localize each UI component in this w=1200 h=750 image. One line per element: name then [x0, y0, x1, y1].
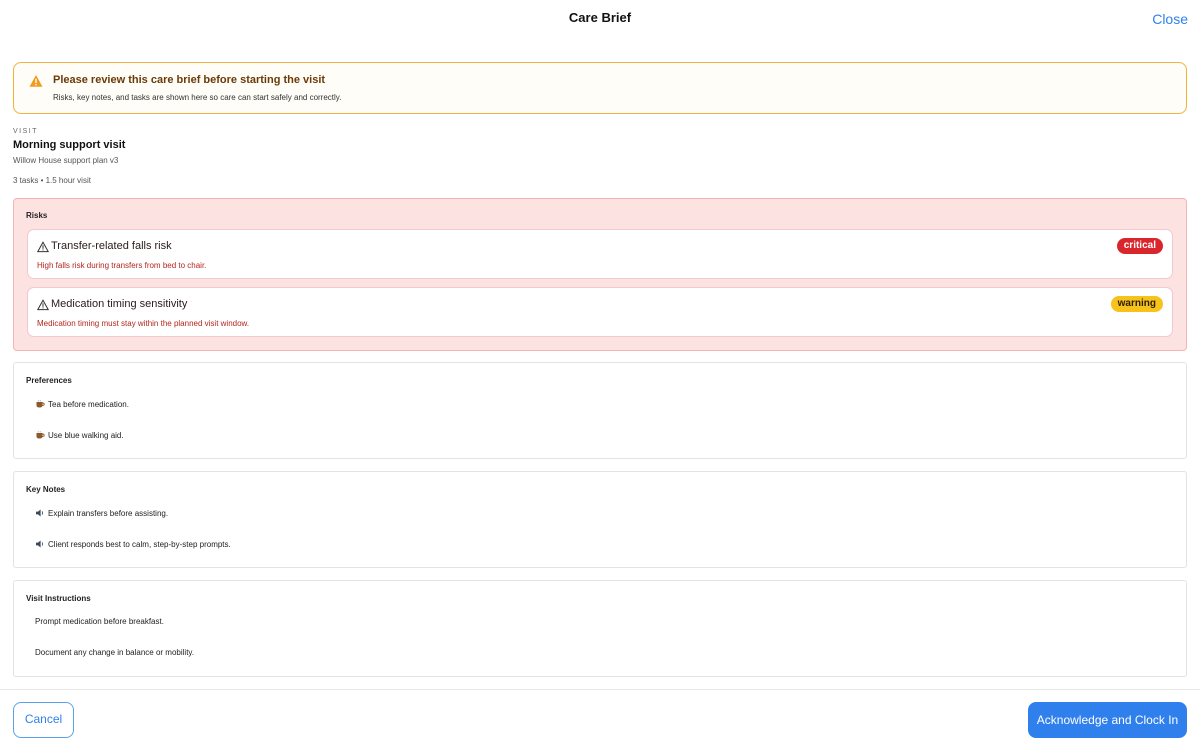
severity-badge: critical	[1116, 238, 1163, 254]
close-button[interactable]: Close	[1152, 11, 1188, 27]
visit-instructions-heading: Visit Instructions	[26, 594, 91, 603]
visit-meta: 3 tasks • 1.5 hour visit	[13, 176, 91, 185]
preferences-section: Preferences Tea before medication. Use b…	[13, 362, 1187, 459]
list-item: Use blue walking aid.	[35, 430, 124, 440]
key-notes-heading: Key Notes	[26, 485, 66, 494]
page-title: Care Brief	[568, 10, 632, 25]
warning-outline-icon	[37, 241, 49, 253]
speaker-icon	[36, 540, 43, 548]
risk-description: Medication timing must stay within the p…	[37, 319, 250, 328]
note-text: Client responds best to calm, step-by-st…	[48, 539, 231, 549]
visit-instructions-section: Visit Instructions Prompt medication bef…	[13, 580, 1187, 677]
modal-header: Care Brief Close	[0, 0, 1200, 44]
cup-icon	[36, 430, 45, 439]
visit-title: Morning support visit	[13, 139, 126, 151]
key-notes-section: Key Notes Explain transfers before assis…	[13, 471, 1187, 568]
risk-title: Transfer-related falls risk	[51, 240, 172, 252]
review-banner: Please review this care brief before sta…	[13, 62, 1187, 114]
list-item: Document any change in balance or mobili…	[35, 648, 194, 657]
risk-description: High falls risk during transfers from be…	[37, 261, 207, 270]
note-text: Explain transfers before assisting.	[48, 508, 169, 518]
risk-title: Medication timing sensitivity	[51, 298, 188, 310]
list-item: Explain transfers before assisting.	[35, 508, 168, 518]
preferences-heading: Preferences	[26, 376, 72, 385]
warning-outline-icon	[37, 299, 49, 311]
risks-heading: Risks	[26, 211, 48, 220]
visit-plan: Willow House support plan v3	[13, 156, 119, 165]
cup-icon	[36, 399, 45, 408]
instruction-text: Document any change in balance or mobili…	[35, 648, 195, 657]
risk-card: Transfer-related falls risk High falls r…	[27, 229, 1173, 279]
cancel-button[interactable]: Cancel	[13, 702, 74, 738]
acknowledge-clock-in-button[interactable]: Acknowledge and Clock In	[1028, 702, 1187, 738]
risk-card: Medication timing sensitivity Medication…	[27, 287, 1173, 337]
severity-badge: warning	[1110, 296, 1163, 312]
visit-kicker: VISIT	[13, 128, 39, 135]
list-item: Tea before medication.	[35, 399, 129, 409]
preference-text: Use blue walking aid.	[48, 430, 124, 440]
preference-text: Tea before medication.	[48, 399, 129, 409]
banner-subtitle: Risks, key notes, and tasks are shown he…	[53, 93, 342, 102]
list-item: Client responds best to calm, step-by-st…	[35, 539, 231, 549]
instruction-text: Prompt medication before breakfast.	[35, 617, 164, 626]
list-item: Prompt medication before breakfast.	[35, 617, 164, 626]
warning-triangle-icon	[29, 75, 43, 87]
risks-section: Risks Transfer-related falls risk High f…	[13, 198, 1187, 351]
footer-divider	[0, 689, 1200, 690]
speaker-icon	[36, 509, 43, 517]
banner-title: Please review this care brief before sta…	[53, 74, 326, 86]
